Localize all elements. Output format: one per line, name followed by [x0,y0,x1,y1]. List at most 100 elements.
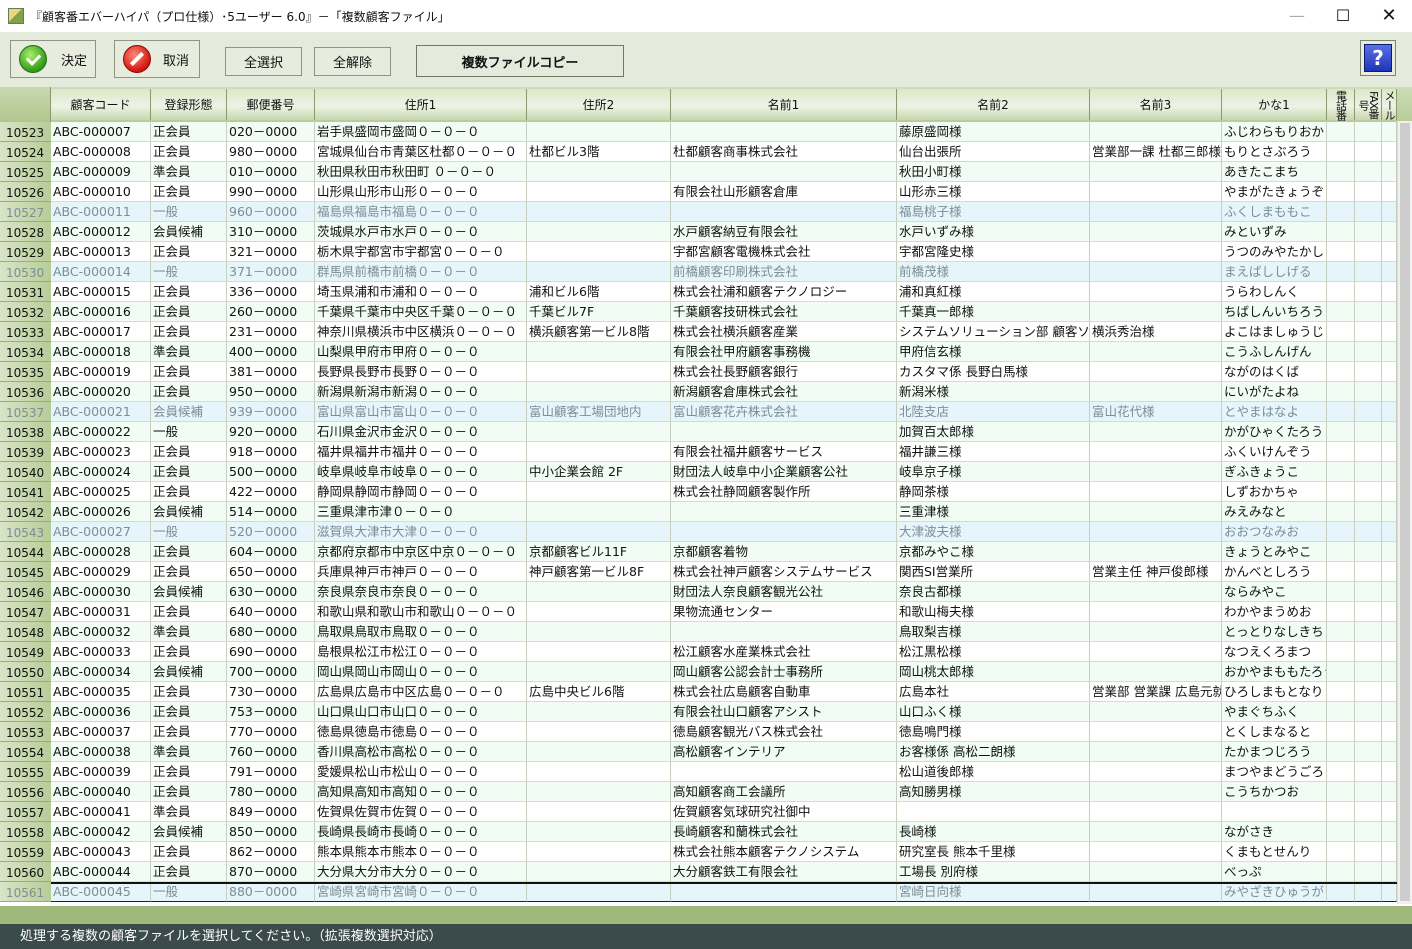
row-number[interactable]: 10523 [0,122,51,142]
table-cell[interactable]: 岡山顧客公認会計士事務所 [671,662,897,682]
table-row[interactable]: 10523 ABC-000007 正会員 020－0000 岩手県盛岡市盛岡０－０－０ 藤… [0,122,1412,142]
table-cell[interactable]: 広島中央ビル6階 [527,682,671,702]
table-cell[interactable] [527,782,671,802]
row-number[interactable]: 10537 [0,402,51,422]
table-cell[interactable]: 準会員 [151,162,227,182]
row-number[interactable]: 10528 [0,222,51,242]
table-cell[interactable] [1090,842,1222,862]
table-cell[interactable] [671,622,897,642]
table-row[interactable]: 10535 ABC-000019 正会員 381－0000 長野県長野市長野０－０－０ 株… [0,362,1412,382]
table-cell[interactable] [1382,882,1397,902]
table-cell[interactable]: 長崎県長崎市長崎０－０－０ [315,822,527,842]
table-cell[interactable]: 徳島顧客観光バス株式会社 [671,722,897,742]
table-cell[interactable]: とやまはなよ [1222,402,1327,422]
table-cell[interactable] [1382,682,1397,702]
table-cell[interactable] [1355,742,1382,762]
table-cell[interactable] [1327,262,1355,282]
table-cell[interactable] [1090,582,1222,602]
table-cell[interactable] [1327,422,1355,442]
table-cell[interactable]: 杜都ビル3階 [527,142,671,162]
table-cell[interactable]: ABC-000034 [51,662,151,682]
vertical-scroll-thumb[interactable] [1400,123,1410,901]
row-number[interactable]: 10533 [0,322,51,342]
table-cell[interactable] [1382,362,1397,382]
table-cell[interactable]: きょうとみやこ [1222,542,1327,562]
table-row[interactable]: 10550 ABC-000034 会員候補 700－0000 岡山県岡山市岡山０－０－０… [0,662,1412,682]
table-cell[interactable] [1327,342,1355,362]
table-cell[interactable] [527,702,671,722]
table-cell[interactable]: ABC-000040 [51,782,151,802]
table-cell[interactable]: うらわしんく [1222,282,1327,302]
table-cell[interactable]: ぎふきょうこ [1222,462,1327,482]
table-cell[interactable] [1382,562,1397,582]
table-cell[interactable] [527,582,671,602]
table-cell[interactable]: 950－0000 [227,382,315,402]
table-cell[interactable]: 愛媛県松山市松山０－０－０ [315,762,527,782]
table-cell[interactable]: 960－0000 [227,202,315,222]
table-cell[interactable] [1090,282,1222,302]
table-cell[interactable]: ABC-000038 [51,742,151,762]
table-cell[interactable]: 滋賀県大津市大津０－０－０ [315,522,527,542]
table-cell[interactable] [1090,482,1222,502]
table-cell[interactable]: 株式会社神戸顧客システムサービス [671,562,897,582]
table-cell[interactable]: 正会員 [151,562,227,582]
table-cell[interactable]: 381－0000 [227,362,315,382]
table-cell[interactable] [1090,502,1222,522]
table-cell[interactable]: 富山顧客工場団地内 [527,402,671,422]
table-cell[interactable] [1327,642,1355,662]
table-cell[interactable]: 514－0000 [227,502,315,522]
table-cell[interactable]: 正会員 [151,702,227,722]
table-cell[interactable] [527,662,671,682]
table-cell[interactable]: 一般 [151,202,227,222]
table-cell[interactable]: 富山花代様 [1090,402,1222,422]
table-cell[interactable] [1382,462,1397,482]
table-cell[interactable]: 宮崎日向様 [897,882,1090,902]
table-cell[interactable] [1327,882,1355,902]
table-cell[interactable]: ABC-000043 [51,842,151,862]
table-cell[interactable] [527,422,671,442]
table-cell[interactable]: 880－0000 [227,882,315,902]
row-number[interactable]: 10538 [0,422,51,442]
table-row[interactable]: 10539 ABC-000023 正会員 918－0000 福井県福井市福井０－０－０ 有… [0,442,1412,462]
table-cell[interactable]: 和歌山県和歌山市和歌山０－０－０ [315,602,527,622]
row-number[interactable]: 10542 [0,502,51,522]
table-cell[interactable]: 財団法人奈良顧客観光公社 [671,582,897,602]
table-cell[interactable]: やまぐちふく [1222,702,1327,722]
table-cell[interactable]: 松江黒松様 [897,642,1090,662]
table-cell[interactable] [1382,722,1397,742]
table-cell[interactable]: とっとりなしきち [1222,622,1327,642]
table-cell[interactable]: ABC-000019 [51,362,151,382]
table-cell[interactable]: 有限会社山口顧客アシスト [671,702,897,722]
table-cell[interactable] [527,442,671,462]
column-header-7[interactable]: 名前3 [1090,89,1222,120]
table-cell[interactable] [527,502,671,522]
table-cell[interactable]: ABC-000010 [51,182,151,202]
table-cell[interactable]: 正会員 [151,282,227,302]
table-cell[interactable] [1355,882,1382,902]
table-cell[interactable] [1355,402,1382,422]
table-cell[interactable]: 422－0000 [227,482,315,502]
vertical-scrollbar[interactable] [1397,121,1412,904]
table-cell[interactable] [527,822,671,842]
table-cell[interactable]: 営業部 営業課 広島元就 [1090,682,1222,702]
table-cell[interactable]: 松山道後郎様 [897,762,1090,782]
table-cell[interactable]: 862－0000 [227,842,315,862]
table-cell[interactable]: 神奈川県横浜市中区横浜０－０－０ [315,322,527,342]
table-cell[interactable]: 321－0000 [227,242,315,262]
close-button[interactable]: ✕ [1366,0,1412,30]
multi-file-copy-button[interactable]: 複数ファイルコピー [416,45,624,77]
table-cell[interactable]: 918－0000 [227,442,315,462]
table-cell[interactable] [1382,402,1397,422]
table-cell[interactable]: ABC-000035 [51,682,151,702]
table-cell[interactable] [1090,382,1222,402]
table-cell[interactable]: 仙台出張所 [897,142,1090,162]
table-cell[interactable] [671,502,897,522]
table-cell[interactable]: 正会員 [151,122,227,142]
table-cell[interactable] [1355,142,1382,162]
table-cell[interactable] [1382,862,1397,882]
table-cell[interactable]: 佐賀県佐賀市佐賀０－０－０ [315,802,527,822]
table-cell[interactable]: 埼玉県浦和市浦和０－０－０ [315,282,527,302]
table-cell[interactable] [1090,642,1222,662]
table-cell[interactable] [1090,522,1222,542]
table-cell[interactable]: 京都顧客ビル11F [527,542,671,562]
